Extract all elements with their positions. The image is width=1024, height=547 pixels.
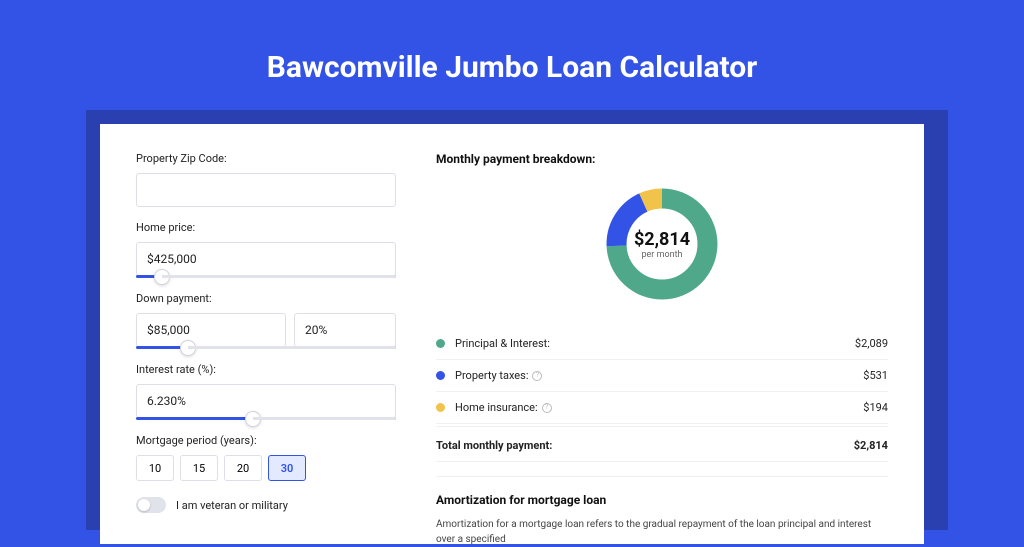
zip-input[interactable]: [136, 173, 396, 207]
legend-total: Total monthly payment: $2,814: [436, 426, 888, 462]
legend-total-label: Total monthly payment:: [436, 439, 854, 452]
donut-chart-wrap: $2,814 per month: [436, 184, 888, 304]
period-15[interactable]: 15: [180, 455, 218, 481]
breakdown-column: Monthly payment breakdown: $2,814 per mo…: [396, 152, 888, 544]
period-field: Mortgage period (years): 10 15 20 30: [136, 434, 396, 481]
veteran-label: I am veteran or military: [176, 499, 288, 512]
interest-label: Interest rate (%):: [136, 363, 396, 376]
amortization-title: Amortization for mortgage loan: [436, 493, 888, 507]
donut-amount: $2,814: [634, 229, 690, 250]
page-title: Bawcomville Jumbo Loan Calculator: [0, 0, 1024, 109]
home-price-slider[interactable]: [136, 275, 396, 278]
home-price-input[interactable]: [136, 242, 396, 276]
legend-insurance-name: Home insurance: ?: [455, 401, 863, 414]
donut-center: $2,814 per month: [602, 184, 722, 304]
info-icon[interactable]: ?: [542, 403, 552, 413]
down-payment-input[interactable]: [136, 313, 286, 347]
info-icon[interactable]: ?: [532, 371, 542, 381]
legend-principal-value: $2,089: [855, 337, 888, 350]
veteran-toggle[interactable]: [136, 497, 166, 513]
dot-taxes-icon: [436, 371, 445, 380]
period-label: Mortgage period (years):: [136, 434, 396, 447]
period-20[interactable]: 20: [224, 455, 262, 481]
calculator-card: Property Zip Code: Home price: Down paym…: [100, 124, 924, 544]
legend-insurance: Home insurance: ? $194: [436, 392, 888, 424]
dot-insurance-icon: [436, 403, 445, 412]
interest-slider-thumb[interactable]: [245, 411, 261, 427]
down-payment-percent-input[interactable]: [294, 313, 396, 347]
legend-taxes: Property taxes: ? $531: [436, 360, 888, 392]
amortization-text: Amortization for a mortgage loan refers …: [436, 517, 888, 547]
interest-input[interactable]: [136, 384, 396, 418]
home-price-label: Home price:: [136, 221, 396, 234]
home-price-slider-thumb[interactable]: [154, 269, 170, 285]
veteran-row: I am veteran or military: [136, 497, 396, 513]
down-payment-slider[interactable]: [136, 346, 396, 349]
legend-taxes-value: $531: [863, 369, 888, 382]
dot-principal-icon: [436, 339, 445, 348]
home-price-field: Home price:: [136, 221, 396, 278]
down-payment-field: Down payment:: [136, 292, 396, 349]
donut-permonth: per month: [641, 250, 682, 260]
donut-chart: $2,814 per month: [602, 184, 722, 304]
legend-insurance-value: $194: [863, 401, 888, 414]
period-30[interactable]: 30: [268, 455, 306, 481]
interest-field: Interest rate (%):: [136, 363, 396, 420]
down-payment-slider-thumb[interactable]: [180, 340, 196, 356]
legend-insurance-text: Home insurance:: [455, 401, 538, 414]
interest-slider[interactable]: [136, 417, 396, 420]
zip-field: Property Zip Code:: [136, 152, 396, 207]
period-10[interactable]: 10: [136, 455, 174, 481]
zip-label: Property Zip Code:: [136, 152, 396, 165]
down-payment-label: Down payment:: [136, 292, 396, 305]
legend-principal-name: Principal & Interest:: [455, 337, 855, 350]
period-options: 10 15 20 30: [136, 455, 396, 481]
legend-taxes-text: Property taxes:: [455, 369, 528, 382]
breakdown-title: Monthly payment breakdown:: [436, 152, 888, 166]
legend-taxes-name: Property taxes: ?: [455, 369, 863, 382]
legend-principal: Principal & Interest: $2,089: [436, 328, 888, 360]
form-column: Property Zip Code: Home price: Down paym…: [136, 152, 396, 544]
legend-total-value: $2,814: [854, 439, 888, 452]
